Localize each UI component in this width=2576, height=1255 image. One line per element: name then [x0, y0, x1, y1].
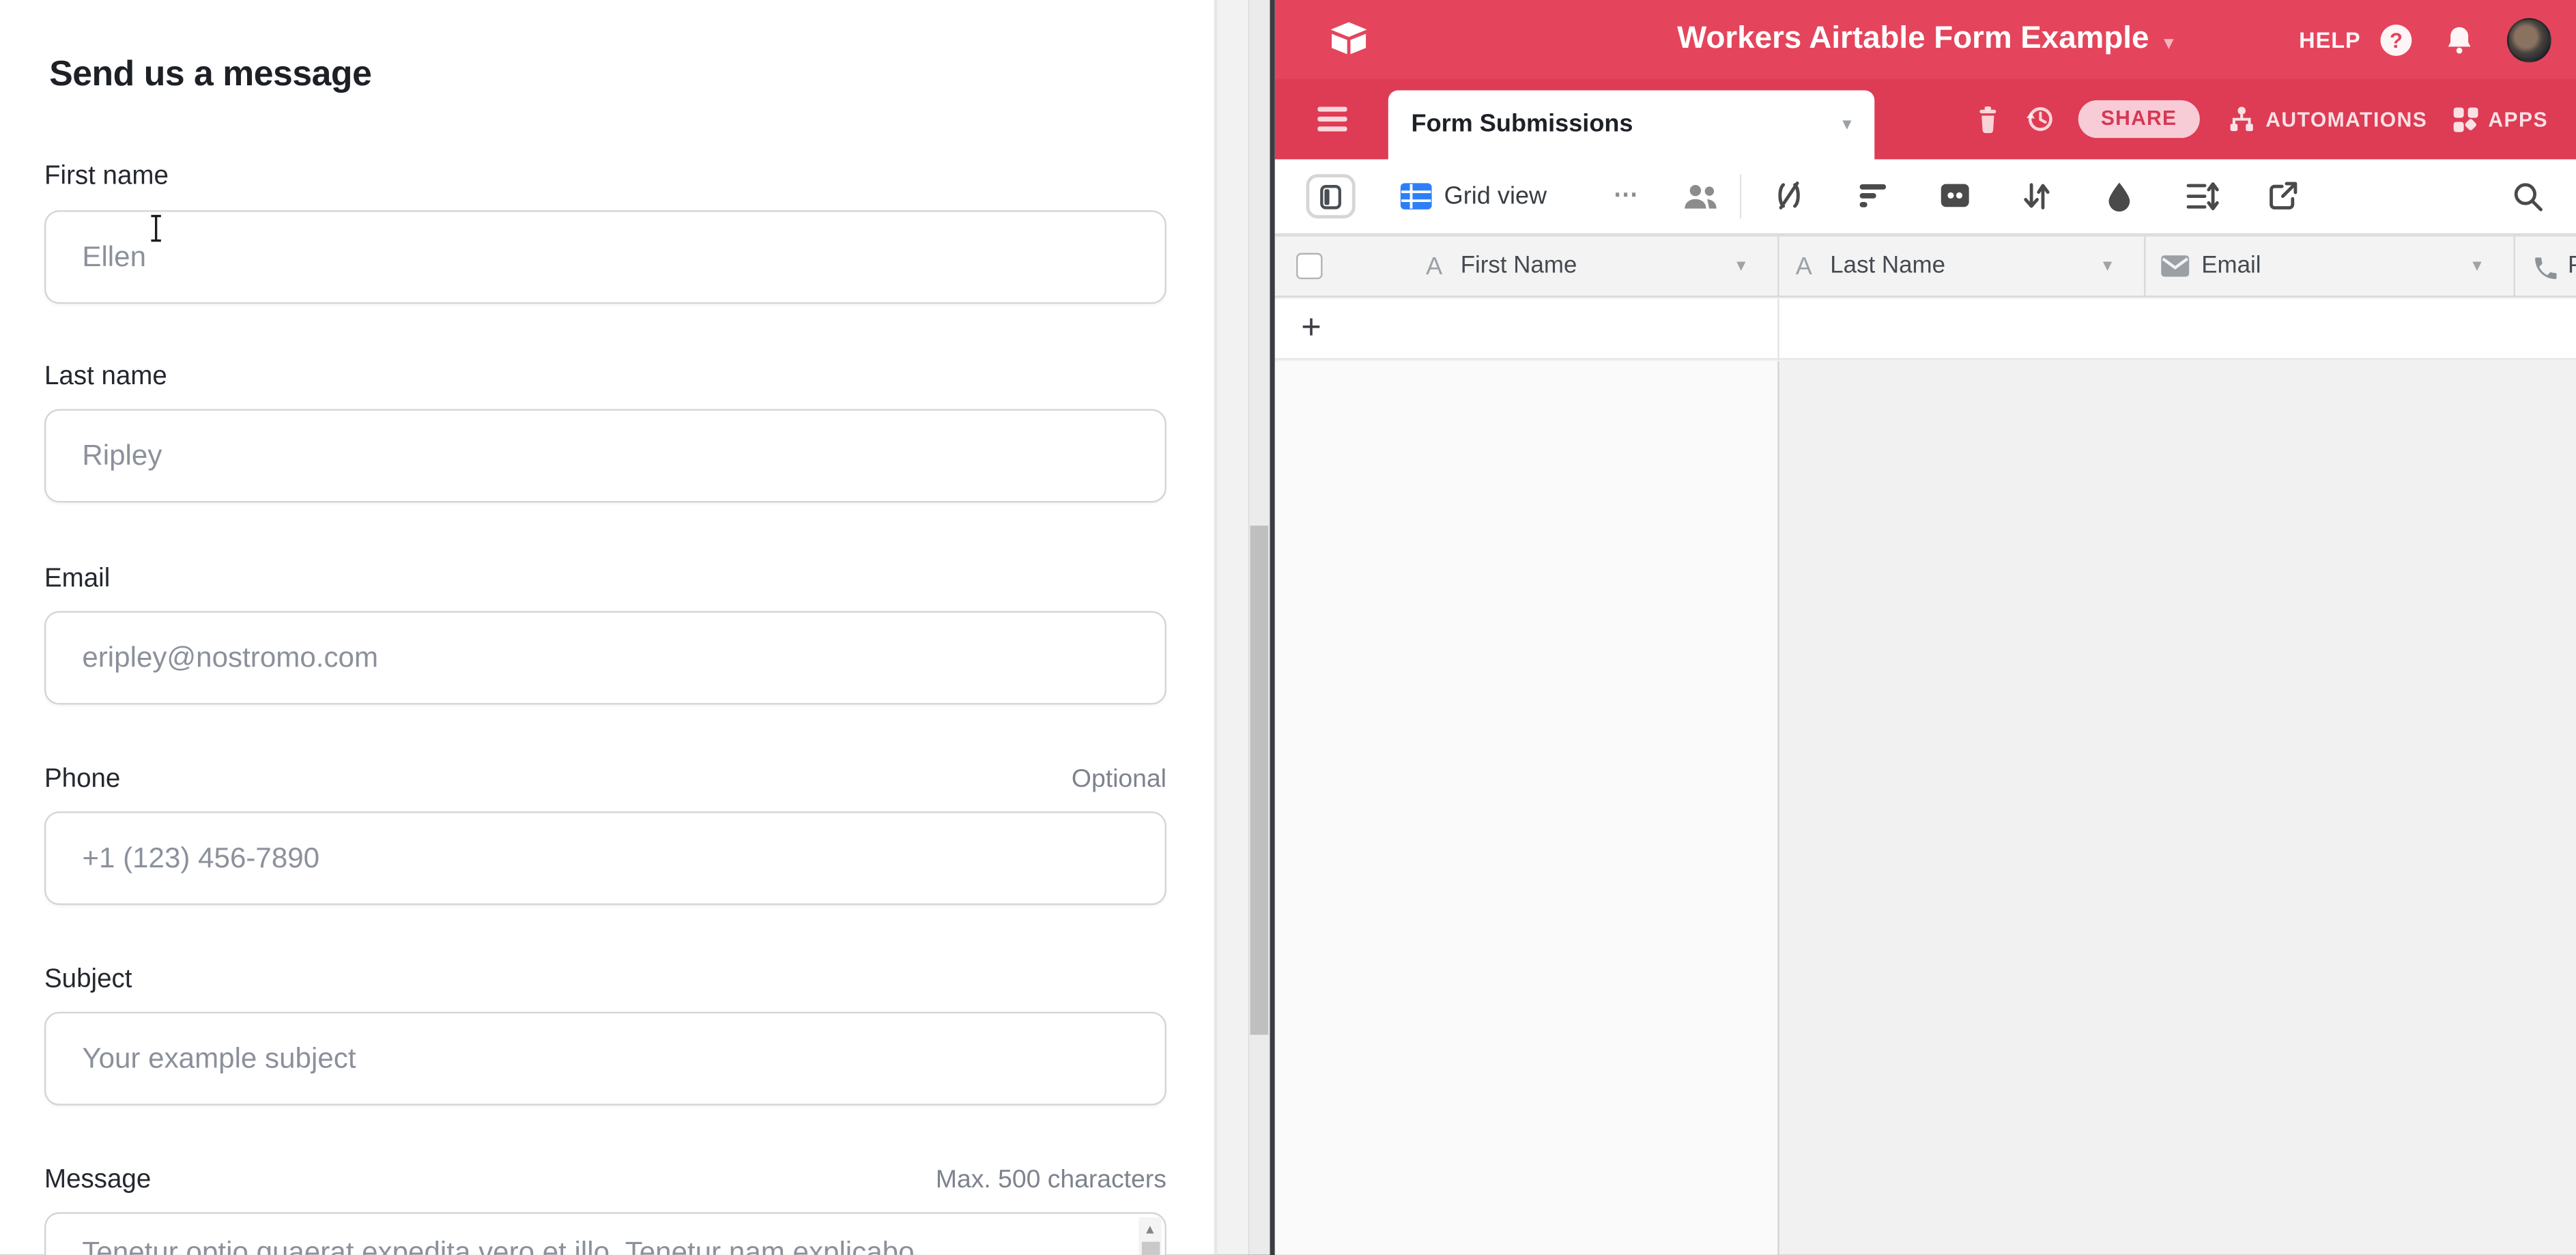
history-icon[interactable] [2024, 104, 2055, 135]
trash-icon[interactable] [1975, 104, 2001, 134]
column-header-first-name[interactable]: First Name [1461, 237, 1577, 298]
share-button[interactable]: SHARE [2078, 100, 2200, 138]
help-question-icon[interactable]: ? [2381, 24, 2412, 55]
grid-view-icon[interactable] [1400, 182, 1433, 210]
collaborators-icon[interactable] [1680, 184, 1720, 211]
view-sidebar-toggle-button[interactable] [1306, 174, 1355, 218]
column-caret-icon[interactable]: ▾ [2103, 237, 2112, 298]
scroll-up-arrow-icon[interactable]: ▲ [1139, 1222, 1162, 1237]
column-caret-icon[interactable]: ▾ [2472, 237, 2481, 298]
first-name-input[interactable] [44, 210, 1167, 304]
last-name-label: Last name [44, 363, 167, 392]
color-icon[interactable] [2103, 181, 2136, 212]
apps-icon[interactable] [2450, 104, 2480, 134]
automations-icon[interactable] [2226, 104, 2257, 134]
phone-optional-hint: Optional [1072, 766, 1167, 795]
message-text: Tenetur optio quaerat expedita vero et i… [82, 1235, 1108, 1255]
group-icon[interactable] [1938, 181, 1971, 210]
column-caret-icon[interactable]: ▾ [1736, 237, 1745, 298]
help-button[interactable]: HELP [2299, 27, 2361, 52]
message-scrollbar-thumb[interactable] [1141, 1242, 1159, 1255]
filter-icon[interactable] [1857, 181, 1889, 210]
phone-label: Phone [44, 766, 120, 795]
select-all-checkbox[interactable] [1296, 253, 1323, 280]
phone-input[interactable] [44, 811, 1167, 905]
toolbar-divider [1740, 174, 1741, 218]
text-cursor-pointer [148, 214, 164, 243]
tablebar-right-cluster: SHARE AUTOMATIONS [1951, 79, 2548, 160]
last-name-input[interactable] [44, 409, 1167, 502]
add-record-row[interactable]: + [1275, 299, 2576, 360]
airtable-tablebar: Form Submissions ▾ [1275, 79, 2576, 160]
airtable-window: Workers Airtable Form Example ▾ HELP ? F… [1275, 0, 2576, 1255]
table-tab-caret-icon[interactable]: ▾ [1842, 90, 1851, 159]
grid-body[interactable] [1275, 362, 2576, 1255]
column-header-phone[interactable]: Phone [2568, 237, 2576, 298]
text-field-icon: A [1426, 237, 1442, 298]
first-name-label-row: First name [44, 162, 1167, 192]
message-label-row: Message Max. 500 characters [44, 1166, 1167, 1196]
view-more-menu[interactable]: ⋯ [1614, 159, 1640, 229]
table-tab-label: Form Submissions [1412, 90, 1633, 159]
base-title-caret-icon[interactable]: ▾ [2164, 25, 2174, 53]
left-window-gutter [1216, 0, 1248, 1255]
view-toolbar: Grid view ⋯ [1275, 159, 2576, 235]
subject-label-row: Subject [44, 966, 1167, 995]
window-split-divider[interactable] [1270, 0, 1275, 1255]
email-label: Email [44, 565, 110, 594]
row-height-icon[interactable] [2185, 181, 2220, 212]
apps-button[interactable]: APPS [2488, 108, 2548, 131]
page-scrollbar-thumb[interactable] [1250, 525, 1268, 1035]
message-textarea[interactable]: Tenetur optio quaerat expedita vero et i… [44, 1212, 1167, 1255]
grid-header-row: A First Name ▾ A Last Name ▾ Email ▾ Pho… [1275, 235, 2576, 297]
phone-field-icon [2532, 255, 2560, 283]
form-title: Send us a message [49, 54, 371, 95]
text-field-icon: A [1796, 237, 1812, 298]
grid-body-frozen-area [1275, 362, 1778, 1255]
column-header-email[interactable]: Email [2201, 237, 2261, 298]
subject-input[interactable] [44, 1012, 1167, 1106]
column-divider[interactable] [2514, 237, 2515, 298]
column-divider [1777, 299, 1779, 360]
email-field-icon [2160, 255, 2190, 278]
message-scrollbar[interactable]: ▲ [1139, 1217, 1162, 1255]
column-divider[interactable] [1777, 237, 1779, 298]
notifications-bell-icon[interactable] [2444, 24, 2474, 55]
phone-label-row: Phone Optional [44, 766, 1167, 795]
first-name-label: First name [44, 162, 169, 192]
sidebar-toggle-icon [1319, 183, 1343, 210]
hide-fields-icon[interactable] [1773, 181, 1805, 212]
search-icon[interactable] [2512, 181, 2545, 214]
screenshot-stage: Send us a message First name Last name E… [0, 0, 2576, 1255]
last-name-label-row: Last name [44, 363, 1167, 392]
subject-label: Subject [44, 966, 132, 995]
contact-form-window: Send us a message First name Last name E… [0, 0, 1216, 1255]
message-max-hint: Max. 500 characters [936, 1166, 1167, 1196]
column-divider[interactable] [2144, 237, 2145, 298]
email-input[interactable] [44, 611, 1167, 704]
table-tab-form-submissions[interactable]: Form Submissions ▾ [1388, 90, 1874, 159]
sort-icon[interactable] [2020, 181, 2053, 212]
automations-button[interactable]: AUTOMATIONS [2265, 108, 2427, 131]
grid-view-label[interactable]: Grid view [1444, 159, 1547, 233]
base-menu-icon[interactable] [1317, 106, 1347, 137]
user-avatar[interactable] [2507, 17, 2551, 61]
email-label-row: Email [44, 565, 1167, 594]
add-record-plus-icon[interactable]: + [1301, 299, 1321, 356]
column-divider [1777, 362, 1779, 1255]
base-title[interactable]: Workers Airtable Form Example [1677, 21, 2149, 57]
topbar-right-cluster: HELP ? [2299, 0, 2551, 79]
column-header-last-name[interactable]: Last Name [1830, 237, 1945, 298]
airtable-topbar: Workers Airtable Form Example ▾ HELP ? [1275, 0, 2576, 79]
message-label: Message [44, 1166, 151, 1196]
share-view-icon[interactable] [2267, 181, 2300, 212]
